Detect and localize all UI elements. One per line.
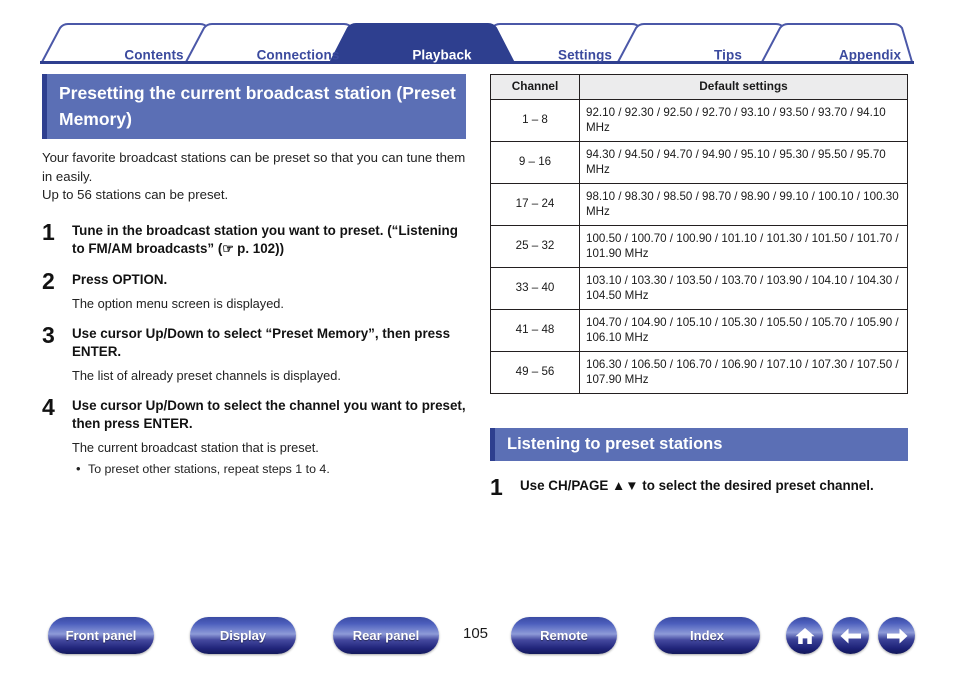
pointing-hand-icon: ☞ <box>222 240 234 256</box>
step-item: 1 Tune in the broadcast station you want… <box>42 218 466 258</box>
table-row: 17 – 24 98.10 / 98.30 / 98.50 / 98.70 / … <box>490 182 908 226</box>
step-body: Use cursor Up/Down to select the channel… <box>72 397 466 478</box>
home-icon-button[interactable] <box>786 617 823 654</box>
tab-connections[interactable]: Connections <box>257 48 340 63</box>
step-title: Use CH/PAGE ▲▼ to select the desired pre… <box>520 477 874 493</box>
step-description: The current broadcast station that is pr… <box>72 439 319 455</box>
step-item: 1 Use CH/PAGE ▲▼ to select the desired p… <box>490 473 910 500</box>
step-number: 1 <box>42 218 55 245</box>
footer-button-label: Rear panel <box>352 628 420 643</box>
cell-settings: 92.10 / 92.30 / 92.50 / 92.70 / 93.10 / … <box>579 98 908 142</box>
section-heading-preset-memory: Presetting the current broadcast station… <box>42 74 466 139</box>
step-title-text-b: p. 102)) <box>233 240 285 256</box>
step-body: Press OPTION. The option menu screen is … <box>72 271 466 312</box>
step-title: Press OPTION. <box>72 271 168 287</box>
step-number: 1 <box>490 473 503 500</box>
footer-nav: Front panel Display Rear panel 105 Remot… <box>0 617 954 661</box>
cell-settings: 94.30 / 94.50 / 94.70 / 94.90 / 95.10 / … <box>579 140 908 184</box>
step-body: Use CH/PAGE ▲▼ to select the desired pre… <box>520 477 910 495</box>
table-header-row: Channel Default settings <box>490 74 908 100</box>
table-row: 9 – 16 94.30 / 94.50 / 94.70 / 94.90 / 9… <box>490 140 908 184</box>
section-heading-listening-preset: Listening to preset stations <box>490 427 908 461</box>
table-row: 33 – 40 103.10 / 103.30 / 103.50 / 103.7… <box>490 266 908 310</box>
left-content-column: Presetting the current broadcast station… <box>42 74 466 491</box>
footer-button-rear-panel[interactable]: Rear panel <box>333 617 439 654</box>
cell-channel: 33 – 40 <box>490 266 580 310</box>
tab-tips[interactable]: Tips <box>714 48 742 63</box>
step-body: Tune in the broadcast station you want t… <box>72 222 466 258</box>
step-number: 4 <box>42 393 55 420</box>
footer-button-remote[interactable]: Remote <box>511 617 617 654</box>
footer-button-label: Front panel <box>65 628 137 643</box>
step-item: 4 Use cursor Up/Down to select the chann… <box>42 393 466 478</box>
table-row: 1 – 8 92.10 / 92.30 / 92.50 / 92.70 / 93… <box>490 98 908 142</box>
step-item: 2 Press OPTION. The option menu screen i… <box>42 267 466 312</box>
step-bullet: To preset other stations, repeat steps 1… <box>72 460 466 478</box>
right-content-column: Channel Default settings 1 – 8 92.10 / 9… <box>490 74 910 510</box>
right-steps-list: 1 Use CH/PAGE ▲▼ to select the desired p… <box>490 473 910 500</box>
intro-text: Your favorite broadcast stations can be … <box>42 149 466 205</box>
cell-settings: 106.30 / 106.50 / 106.70 / 106.90 / 107.… <box>579 350 908 394</box>
forward-arrow-icon <box>886 628 907 643</box>
tab-contents[interactable]: Contents <box>124 48 183 63</box>
cell-channel: 9 – 16 <box>490 140 580 184</box>
footer-button-display[interactable]: Display <box>190 617 296 654</box>
table-row: 41 – 48 104.70 / 104.90 / 105.10 / 105.3… <box>490 308 908 352</box>
step-title: Tune in the broadcast station you want t… <box>72 222 466 258</box>
column-header-default-settings: Default settings <box>579 74 908 100</box>
cell-settings: 104.70 / 104.90 / 105.10 / 105.30 / 105.… <box>579 308 908 352</box>
back-arrow-icon <box>840 628 861 643</box>
step-number: 3 <box>42 321 55 348</box>
home-icon <box>795 627 814 644</box>
tab-settings[interactable]: Settings <box>558 48 612 63</box>
table-body: 1 – 8 92.10 / 92.30 / 92.50 / 92.70 / 93… <box>490 98 908 394</box>
steps-list: 1 Tune in the broadcast station you want… <box>42 218 466 478</box>
footer-button-label: Index <box>690 628 724 643</box>
step-title: Use cursor Up/Down to select the channel… <box>72 397 466 431</box>
cell-channel: 41 – 48 <box>490 308 580 352</box>
footer-button-front-panel[interactable]: Front panel <box>48 617 154 654</box>
step-body: Use cursor Up/Down to select “Preset Mem… <box>72 325 466 384</box>
intro-line-2: Up to 56 stations can be preset. <box>42 187 229 202</box>
table-row: 25 – 32 100.50 / 100.70 / 100.90 / 101.1… <box>490 224 908 268</box>
back-arrow-icon-button[interactable] <box>832 617 869 654</box>
preset-frequency-table: Channel Default settings 1 – 8 92.10 / 9… <box>490 74 908 394</box>
step-description: The option menu screen is displayed. <box>72 295 284 311</box>
intro-line-1: Your favorite broadcast stations can be … <box>42 150 466 184</box>
cell-channel: 49 – 56 <box>490 350 580 394</box>
top-tab-bar: Contents Connections Playback Settings T… <box>40 22 914 64</box>
cell-channel: 17 – 24 <box>490 182 580 226</box>
step-item: 3 Use cursor Up/Down to select “Preset M… <box>42 321 466 384</box>
column-header-channel: Channel <box>490 74 580 100</box>
table-row: 49 – 56 106.30 / 106.50 / 106.70 / 106.9… <box>490 350 908 394</box>
step-description: The list of already preset channels is d… <box>72 367 341 383</box>
tab-appendix[interactable]: Appendix <box>839 48 901 63</box>
cell-channel: 1 – 8 <box>490 98 580 142</box>
footer-button-index[interactable]: Index <box>654 617 760 654</box>
step-bullet-list: To preset other stations, repeat steps 1… <box>72 460 466 478</box>
page-number: 105 <box>463 625 489 642</box>
step-number: 2 <box>42 267 55 294</box>
cell-settings: 100.50 / 100.70 / 100.90 / 101.10 / 101.… <box>579 224 908 268</box>
footer-button-label: Display <box>219 628 267 643</box>
cell-settings: 103.10 / 103.30 / 103.50 / 103.70 / 103.… <box>579 266 908 310</box>
tab-playback[interactable]: Playback <box>412 48 471 63</box>
cell-settings: 98.10 / 98.30 / 98.50 / 98.70 / 98.90 / … <box>579 182 908 226</box>
forward-arrow-icon-button[interactable] <box>878 617 915 654</box>
footer-button-label: Remote <box>540 628 588 643</box>
step-title: Use cursor Up/Down to select “Preset Mem… <box>72 325 451 359</box>
cell-channel: 25 – 32 <box>490 224 580 268</box>
table-head: Channel Default settings <box>490 74 908 100</box>
